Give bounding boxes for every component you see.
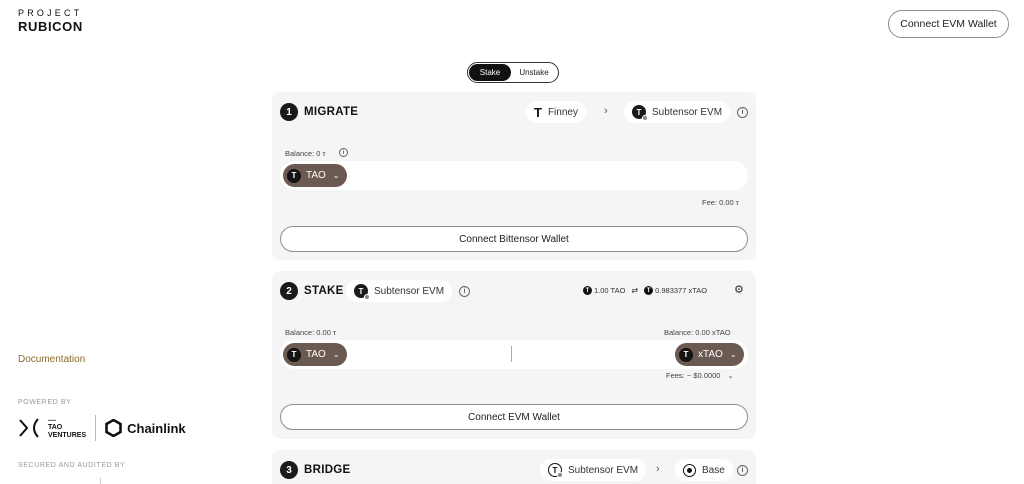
migrate-to-network-label: Subtensor EVM (652, 106, 723, 118)
tao-token-icon: T (287, 347, 301, 362)
bridge-title: BRIDGE (304, 464, 351, 476)
tao-ventures-icon (19, 418, 39, 438)
migrate-fee-label: Fee: 0.00 τ (702, 198, 739, 207)
powered-by-label: POWERED BY (18, 399, 72, 406)
connect-evm-wallet-button[interactable]: Connect EVM Wallet (280, 404, 748, 430)
partner-divider (95, 415, 97, 441)
migrate-token-label: TAO (306, 170, 326, 181)
bridge-card: 3 BRIDGE T Subtensor EVM › Base i (272, 450, 756, 484)
rate-to: 0.983377 xTAO (655, 286, 708, 295)
logo[interactable]: PROJECT RUBICON (18, 8, 83, 34)
stake-input-token-selector[interactable]: T TAO ⌄ (283, 343, 347, 366)
tao-token-icon: T (287, 168, 301, 183)
stake-output-token-selector[interactable]: T xTAO ⌄ (675, 343, 744, 366)
stake-step-badge: 2 (280, 282, 298, 300)
header-connect-evm-button[interactable]: Connect EVM Wallet (888, 10, 1009, 38)
migrate-amount-input[interactable] (280, 161, 748, 190)
chainlink-icon (105, 419, 122, 437)
stake-fees-label: Fees: ~ $0.0000 (666, 371, 721, 380)
chevron-right-icon: › (604, 105, 608, 117)
migrate-title: MIGRATE (304, 106, 359, 118)
swap-arrows-icon: ⇄ (631, 286, 639, 295)
xtao-token-icon: T (679, 347, 693, 362)
secured-audited-label: SECURED AND AUDITED BY (18, 462, 126, 469)
info-icon[interactable]: i (737, 107, 748, 118)
info-icon[interactable]: i (737, 465, 748, 476)
chainlink-logo-text: Chainlink (127, 420, 186, 436)
subtensor-icon: T (354, 284, 370, 300)
tao-ventures-line2: VENTURES (48, 432, 87, 439)
balance-info-icon[interactable]: i (339, 148, 348, 157)
toggle-stake[interactable]: Stake (469, 64, 511, 81)
chevron-down-icon: ⌄ (729, 350, 737, 359)
stake-unstake-toggle: Stake Unstake (467, 62, 559, 83)
chevron-down-icon: ⌄ (332, 350, 340, 359)
stake-input-token-label: TAO (306, 349, 326, 360)
documentation-link[interactable]: Documentation (18, 354, 85, 365)
input-divider (511, 346, 512, 362)
app-root: PROJECT RUBICON Connect EVM Wallet Docum… (0, 0, 1024, 484)
audit-divider (100, 478, 101, 484)
stake-card: 2 STAKE T Subtensor EVM i T 1.00 TAO ⇄ T… (272, 271, 756, 439)
rate-from: 1.00 TAO (594, 286, 626, 295)
connect-bittensor-wallet-button[interactable]: Connect Bittensor Wallet (280, 226, 748, 252)
migrate-from-network-label: Finney (547, 106, 578, 118)
bridge-to-network-label: Base (702, 464, 725, 476)
stake-title: STAKE (304, 285, 344, 297)
stake-fees-toggle[interactable]: Fees: ~ $0.0000 ⌄ (666, 371, 734, 380)
tao-ventures-logo-text: ▬▬ TAO VENTURES (48, 417, 87, 439)
bridge-from-network-label: Subtensor EVM (568, 464, 639, 476)
migrate-step-badge: 1 (280, 103, 298, 121)
info-icon[interactable]: i (459, 286, 470, 297)
stake-balance-right: Balance: 0.00 xTAO (664, 328, 731, 337)
bridge-step-badge: 3 (280, 461, 298, 479)
gear-icon[interactable]: ⚙ (734, 283, 744, 296)
chevron-right-icon: › (656, 463, 660, 475)
finney-icon: T (534, 104, 542, 120)
migrate-balance-label: Balance: 0 τ (285, 149, 326, 158)
partner-logos: ▬▬ TAO VENTURES Chainlink (18, 414, 186, 442)
exchange-rate: T 1.00 TAO ⇄ T 0.983377 xTAO (583, 286, 707, 295)
base-icon (683, 463, 696, 477)
tao-ventures-line1: TAO (48, 424, 63, 431)
xtao-token-icon: T (644, 286, 654, 295)
logo-bottom-text: RUBICON (18, 19, 83, 34)
stake-output-token-label: xTAO (698, 349, 723, 360)
chevron-down-icon: ⌄ (332, 171, 340, 180)
stake-network-label: Subtensor EVM (374, 285, 445, 297)
bridge-from-network-chip[interactable]: T Subtensor EVM (540, 459, 647, 481)
migrate-from-network-chip[interactable]: T Finney (526, 101, 586, 123)
subtensor-icon: T (548, 463, 563, 478)
subtensor-icon: T (632, 105, 648, 121)
chevron-down-icon: ⌄ (727, 371, 734, 380)
tao-token-icon: T (583, 286, 592, 295)
logo-top-text: PROJECT (18, 8, 83, 18)
bridge-to-network-chip[interactable]: Base (675, 459, 733, 481)
migrate-card: 1 MIGRATE T Finney › T Subtensor EVM i B… (272, 92, 756, 260)
stake-balance-left: Balance: 0.00 τ (285, 328, 336, 337)
migrate-token-selector[interactable]: T TAO ⌄ (283, 164, 347, 187)
migrate-to-network-chip[interactable]: T Subtensor EVM (624, 101, 731, 123)
toggle-unstake[interactable]: Unstake (511, 64, 557, 81)
stake-network-chip[interactable]: T Subtensor EVM (346, 280, 453, 302)
